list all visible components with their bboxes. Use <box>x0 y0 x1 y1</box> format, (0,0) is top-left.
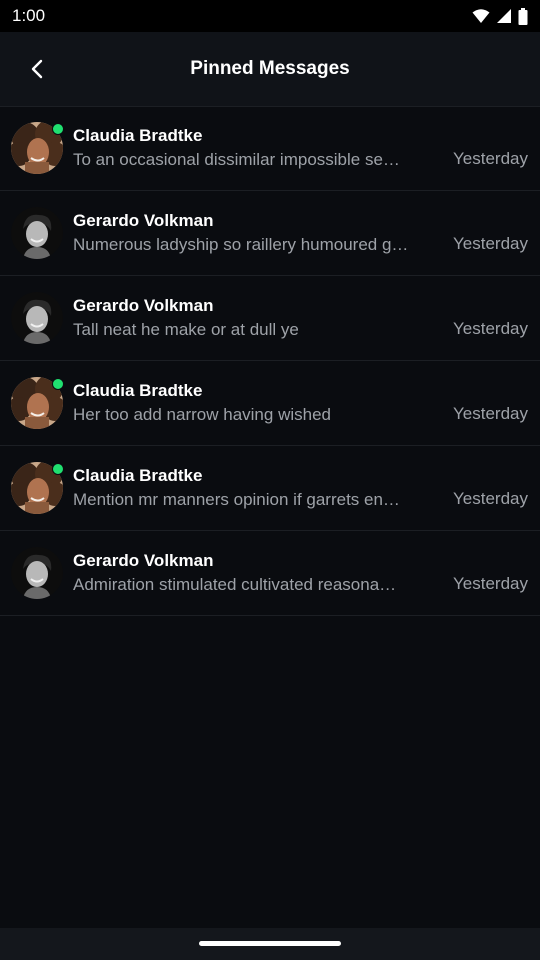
sender-name: Claudia Bradtke <box>73 466 203 485</box>
page-title: Pinned Messages <box>190 58 350 79</box>
message-preview: Mention mr manners opinion if garrets en… <box>73 490 400 509</box>
status-time: 1:00 <box>12 6 46 25</box>
message-timestamp: Yesterday <box>453 574 528 593</box>
message-row[interactable]: Claudia Bradtke Her too add narrow having… <box>0 361 540 446</box>
message-row[interactable]: Claudia Bradtke Mention mr manners opinio… <box>0 446 540 531</box>
avatar-container <box>11 547 63 599</box>
avatar-container <box>11 122 64 174</box>
message-text-block: Claudia Bradtke Mention mr manners opinio… <box>73 465 433 513</box>
avatar[interactable] <box>11 207 63 259</box>
message-text-block: Claudia Bradtke Her too add narrow having… <box>73 380 433 428</box>
back-button[interactable] <box>18 49 58 89</box>
message-preview: Tall neat he make or at dull ye <box>73 320 299 339</box>
message-preview: Her too add narrow having wished <box>73 405 331 424</box>
status-icons <box>472 7 528 25</box>
online-status-indicator <box>52 378 64 390</box>
avatar[interactable] <box>11 547 63 599</box>
avatar-container <box>11 292 63 344</box>
app-header: Pinned Messages <box>0 32 540 107</box>
avatar[interactable] <box>11 292 63 344</box>
message-text-block: Claudia Bradtke To an occasional dissimil… <box>73 125 433 173</box>
sender-name: Gerardo Volkman <box>73 551 214 570</box>
cellular-signal-icon <box>497 9 511 23</box>
message-row[interactable]: Gerardo Volkman Admiration stimulated cul… <box>0 531 540 616</box>
message-timestamp: Yesterday <box>453 319 528 338</box>
status-bar: 1:00 <box>0 0 540 32</box>
message-timestamp: Yesterday <box>453 234 528 253</box>
avatar-container <box>11 207 63 259</box>
battery-icon <box>518 7 528 25</box>
message-text-block: Gerardo Volkman Numerous ladyship so rail… <box>73 210 433 258</box>
sender-name: Claudia Bradtke <box>73 381 203 400</box>
home-indicator[interactable] <box>199 941 341 946</box>
online-status-indicator <box>52 463 64 475</box>
system-nav-bar <box>0 928 540 960</box>
message-timestamp: Yesterday <box>453 489 528 508</box>
pinned-messages-list: Claudia Bradtke To an occasional dissimil… <box>0 106 540 616</box>
sender-name: Gerardo Volkman <box>73 211 214 230</box>
message-preview: Numerous ladyship so raillery humoured g… <box>73 235 409 254</box>
message-timestamp: Yesterday <box>453 149 528 168</box>
chevron-left-icon <box>31 59 43 79</box>
message-preview: Admiration stimulated cultivated reasona… <box>73 575 397 594</box>
message-row[interactable]: Gerardo Volkman Numerous ladyship so rail… <box>0 191 540 276</box>
sender-name: Gerardo Volkman <box>73 296 214 315</box>
message-text-block: Gerardo Volkman Tall neat he make or at d… <box>73 295 433 343</box>
wifi-icon <box>472 9 490 23</box>
online-status-indicator <box>52 123 64 135</box>
avatar-container <box>11 377 64 429</box>
message-preview: To an occasional dissimilar impossible s… <box>73 150 400 169</box>
avatar-container <box>11 462 64 514</box>
message-row[interactable]: Gerardo Volkman Tall neat he make or at d… <box>0 276 540 361</box>
message-text-block: Gerardo Volkman Admiration stimulated cul… <box>73 550 433 598</box>
sender-name: Claudia Bradtke <box>73 126 203 145</box>
message-row[interactable]: Claudia Bradtke To an occasional dissimil… <box>0 106 540 191</box>
message-timestamp: Yesterday <box>453 404 528 423</box>
